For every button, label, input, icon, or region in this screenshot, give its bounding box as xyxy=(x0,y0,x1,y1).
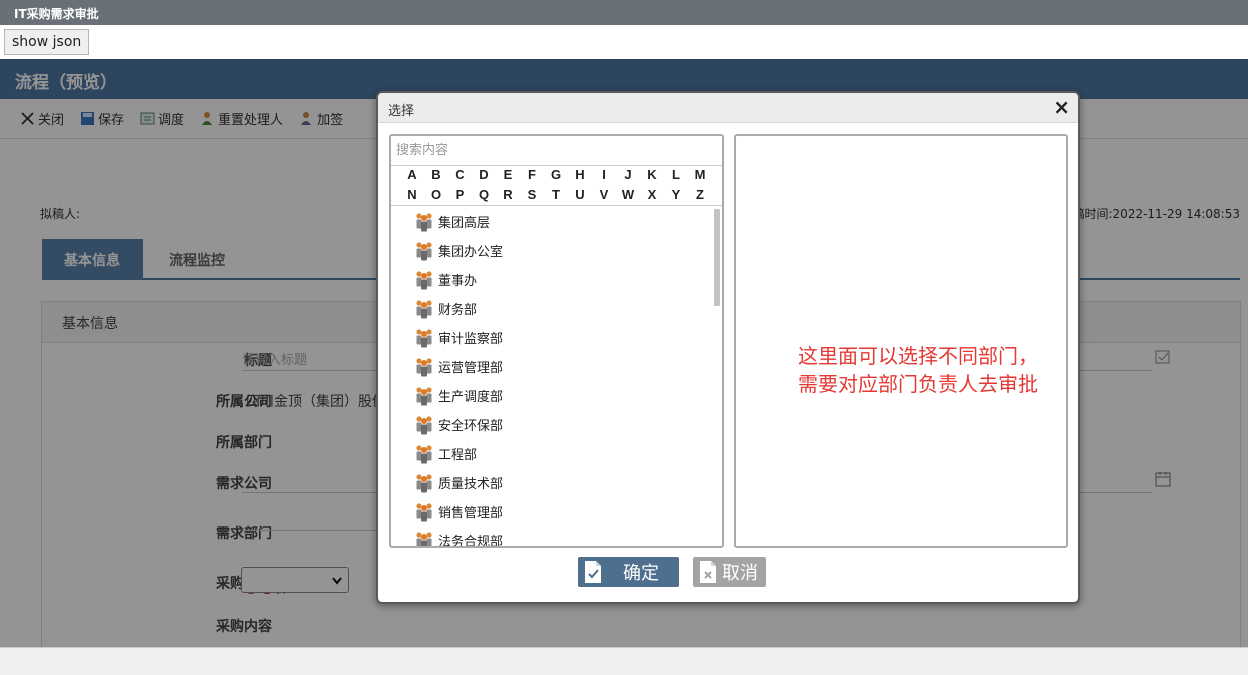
department-name: 销售管理部 xyxy=(438,506,504,521)
department-name: 工程部 xyxy=(438,448,478,463)
alphabet-index: A B C D E F G H I J K L M N O P Q R S T … xyxy=(391,166,722,206)
annotation-note: 这里面可以选择不同部门， 需要对应部门负责人去审批 xyxy=(798,342,1058,398)
department-name: 法务合规部 xyxy=(438,535,504,546)
group-icon xyxy=(416,473,432,492)
letter-g[interactable]: G xyxy=(544,167,568,182)
document-cancel-icon xyxy=(700,561,716,583)
window-title: IT采购需求审批 xyxy=(0,0,1248,25)
department-list: 集团高层 集团办公室 董事办 财务部 审计监察部 运营管理部 生产调度部 安全环… xyxy=(391,207,722,546)
letter-q[interactable]: Q xyxy=(472,187,496,202)
letter-p[interactable]: P xyxy=(448,187,472,202)
list-item[interactable]: 安全环保部 xyxy=(415,410,503,439)
annotation-line-1: 这里面可以选择不同部门， xyxy=(798,344,1038,368)
confirm-label: 确定 xyxy=(623,563,659,584)
close-icon[interactable]: × xyxy=(1053,96,1070,118)
letter-l[interactable]: L xyxy=(664,167,688,182)
letter-i[interactable]: I xyxy=(592,167,616,182)
letter-c[interactable]: C xyxy=(448,167,472,182)
alphabet-row-1: A B C D E F G H I J K L M xyxy=(400,166,720,186)
department-name: 集团高层 xyxy=(438,216,491,231)
letter-w[interactable]: W xyxy=(616,187,640,202)
list-item[interactable]: 集团办公室 xyxy=(415,236,503,265)
list-item[interactable]: 生产调度部 xyxy=(415,381,503,410)
letter-y[interactable]: Y xyxy=(664,187,688,202)
letter-b[interactable]: B xyxy=(424,167,448,182)
status-bar xyxy=(0,647,1248,675)
letter-e[interactable]: E xyxy=(496,167,520,182)
cancel-label: 取消 xyxy=(722,563,758,584)
department-name: 财务部 xyxy=(438,303,478,318)
list-scrollbar[interactable] xyxy=(714,209,720,306)
group-icon xyxy=(416,357,432,376)
dialog-title-text: 选择 xyxy=(388,104,415,119)
department-name: 质量技术部 xyxy=(438,477,504,492)
group-icon xyxy=(416,212,432,231)
confirm-button[interactable]: 确定 xyxy=(578,557,679,587)
list-item[interactable]: 工程部 xyxy=(415,439,477,468)
cancel-button[interactable]: 取消 xyxy=(693,557,766,587)
letter-u[interactable]: U xyxy=(568,187,592,202)
group-icon xyxy=(416,386,432,405)
letter-o[interactable]: O xyxy=(424,187,448,202)
list-item[interactable]: 法务合规部 xyxy=(415,526,503,546)
group-icon xyxy=(416,299,432,318)
dialog-title: 选择 × xyxy=(378,93,1078,123)
letter-s[interactable]: S xyxy=(520,187,544,202)
department-name: 集团办公室 xyxy=(438,245,504,260)
json-bar: show json xyxy=(0,25,1248,59)
selected-panel: 这里面可以选择不同部门， 需要对应部门负责人去审批 xyxy=(734,134,1068,548)
letter-x[interactable]: X xyxy=(640,187,664,202)
group-icon xyxy=(416,415,432,434)
show-json-button[interactable]: show json xyxy=(4,29,90,55)
letter-f[interactable]: F xyxy=(520,167,544,182)
annotation-line-2: 需要对应部门负责人去审批 xyxy=(798,372,1038,396)
list-item[interactable]: 质量技术部 xyxy=(415,468,503,497)
letter-j[interactable]: J xyxy=(616,167,640,182)
letter-v[interactable]: V xyxy=(592,187,616,202)
group-icon xyxy=(416,328,432,347)
list-item[interactable]: 财务部 xyxy=(415,294,477,323)
list-item[interactable]: 审计监察部 xyxy=(415,323,503,352)
group-icon xyxy=(416,270,432,289)
department-name: 董事办 xyxy=(438,274,478,289)
select-dialog: 选择 × A B C D E F G H I J K L M N O xyxy=(376,91,1080,604)
letter-h[interactable]: H xyxy=(568,167,592,182)
alphabet-row-2: N O P Q R S T U V W X Y Z xyxy=(400,186,720,206)
list-item[interactable]: 集团高层 xyxy=(415,207,490,236)
group-icon xyxy=(416,502,432,521)
letter-a[interactable]: A xyxy=(400,167,424,182)
group-icon xyxy=(416,531,432,546)
department-name: 生产调度部 xyxy=(438,390,504,405)
letter-t[interactable]: T xyxy=(544,187,568,202)
list-item[interactable]: 董事办 xyxy=(415,265,477,294)
list-item[interactable]: 运营管理部 xyxy=(415,352,503,381)
department-name: 运营管理部 xyxy=(438,361,504,376)
letter-n[interactable]: N xyxy=(400,187,424,202)
group-icon xyxy=(416,241,432,260)
search-input[interactable] xyxy=(391,136,722,166)
department-name: 审计监察部 xyxy=(438,332,504,347)
document-check-icon xyxy=(585,561,601,583)
letter-z[interactable]: Z xyxy=(688,187,712,202)
letter-k[interactable]: K xyxy=(640,167,664,182)
list-item[interactable]: 销售管理部 xyxy=(415,497,503,526)
letter-m[interactable]: M xyxy=(688,167,712,182)
department-picker: A B C D E F G H I J K L M N O P Q R S xyxy=(389,134,724,548)
letter-d[interactable]: D xyxy=(472,167,496,182)
letter-r[interactable]: R xyxy=(496,187,520,202)
department-name: 安全环保部 xyxy=(438,419,504,434)
group-icon xyxy=(416,444,432,463)
